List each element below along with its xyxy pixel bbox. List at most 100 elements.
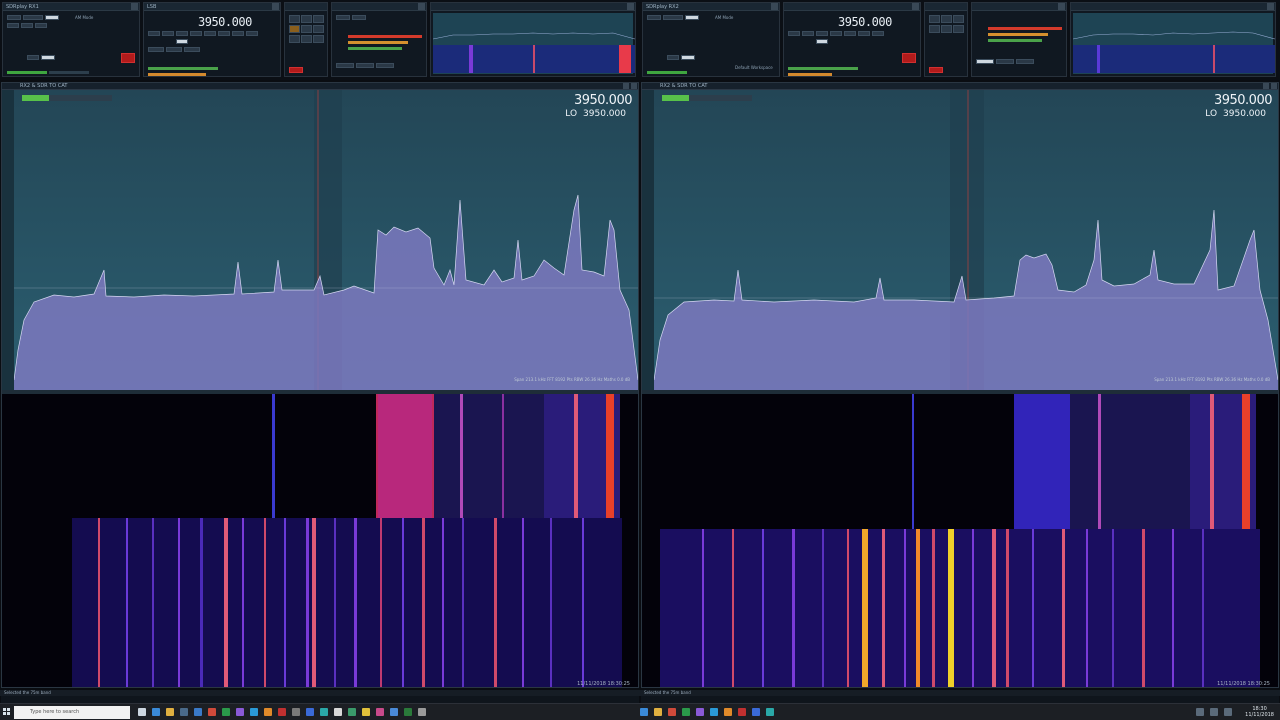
vfo-frequency[interactable]: 3950.000 <box>198 15 252 29</box>
close-icon[interactable] <box>627 3 634 10</box>
audio-button[interactable] <box>1016 59 1034 64</box>
panel-titlebar[interactable]: SDRplay RX2 <box>643 3 779 11</box>
close-icon[interactable] <box>771 3 778 10</box>
audio-button[interactable] <box>336 63 354 68</box>
keypad-button[interactable] <box>289 15 300 23</box>
band-button[interactable] <box>246 31 258 36</box>
file-explorer-icon[interactable] <box>166 708 174 716</box>
lo-frequency[interactable]: 3950.000 <box>583 109 626 119</box>
settings-button[interactable] <box>23 15 43 20</box>
band-button[interactable] <box>232 31 244 36</box>
stop-button[interactable] <box>121 53 135 63</box>
volume-level-bar[interactable] <box>788 73 832 76</box>
audio-button[interactable] <box>376 63 394 68</box>
app-icon[interactable] <box>766 708 774 716</box>
close-icon[interactable] <box>1058 3 1065 10</box>
band-button[interactable] <box>176 31 188 36</box>
app-icon[interactable] <box>376 708 384 716</box>
volume-level-bar[interactable] <box>148 73 206 76</box>
network-icon[interactable] <box>1224 708 1232 716</box>
app-icon[interactable] <box>640 708 648 716</box>
af-button[interactable] <box>667 55 679 60</box>
app-icon[interactable] <box>362 708 370 716</box>
app-icon[interactable] <box>682 708 690 716</box>
center-frequency[interactable]: 3950.000 <box>565 93 633 108</box>
keypad-button[interactable] <box>301 25 312 33</box>
volume-icon[interactable] <box>1210 708 1218 716</box>
source-button[interactable] <box>647 15 661 20</box>
app-icon[interactable] <box>738 708 746 716</box>
panel-titlebar[interactable] <box>925 3 967 11</box>
waterfall-display[interactable]: 11/11/2018 18:30:25 <box>2 394 638 687</box>
waterfall-display[interactable]: 11/11/2018 18:30:25 <box>642 394 1278 687</box>
keypad-button[interactable] <box>941 15 952 23</box>
app-icon[interactable] <box>390 708 398 716</box>
panel-titlebar[interactable] <box>285 3 327 11</box>
left-control-bar[interactable] <box>1 696 639 703</box>
band-button[interactable] <box>788 31 800 36</box>
keypad-button[interactable] <box>313 25 324 33</box>
source-button[interactable] <box>7 15 21 20</box>
keypad-button[interactable] <box>953 25 964 33</box>
app-icon[interactable] <box>696 708 704 716</box>
band-button[interactable] <box>830 31 842 36</box>
center-frequency[interactable]: 3950.000 <box>1205 93 1273 108</box>
af-button[interactable] <box>27 55 39 60</box>
band-button[interactable] <box>802 31 814 36</box>
audio-button[interactable] <box>996 59 1014 64</box>
stop-button[interactable] <box>289 67 303 73</box>
band-button[interactable] <box>872 31 884 36</box>
stop-button[interactable] <box>929 67 943 73</box>
filter-button[interactable] <box>184 47 200 52</box>
close-icon[interactable] <box>1267 3 1274 10</box>
app-icon[interactable] <box>222 708 230 716</box>
am-button[interactable] <box>35 23 47 28</box>
audio-button[interactable] <box>352 15 366 20</box>
app-icon[interactable] <box>320 708 328 716</box>
windows-start-icon[interactable] <box>3 708 11 716</box>
audio-button[interactable] <box>356 63 374 68</box>
audio-button[interactable] <box>976 59 994 64</box>
close-icon[interactable] <box>272 3 279 10</box>
filter-button[interactable] <box>148 47 164 52</box>
keypad-button[interactable] <box>301 15 312 23</box>
audio-button[interactable] <box>336 15 350 20</box>
filter-button[interactable] <box>166 47 182 52</box>
app-icon[interactable] <box>724 708 732 716</box>
panel-titlebar[interactable] <box>1071 3 1275 11</box>
app-icon[interactable] <box>418 708 426 716</box>
band-button[interactable] <box>218 31 230 36</box>
app-icon[interactable] <box>278 708 286 716</box>
app-icon[interactable] <box>250 708 258 716</box>
nr-button[interactable] <box>681 55 695 60</box>
app-icon[interactable] <box>654 708 662 716</box>
band-button[interactable] <box>162 31 174 36</box>
app-icon[interactable] <box>334 708 342 716</box>
close-icon[interactable] <box>1271 83 1277 89</box>
band-button[interactable] <box>844 31 856 36</box>
close-icon[interactable] <box>418 3 425 10</box>
app-icon[interactable] <box>752 708 760 716</box>
mode-button[interactable] <box>45 15 59 20</box>
mail-icon[interactable] <box>194 708 202 716</box>
keypad-button[interactable] <box>289 35 300 43</box>
keypad-button[interactable] <box>313 35 324 43</box>
close-icon[interactable] <box>131 3 138 10</box>
right-control-bar[interactable] <box>641 696 1279 703</box>
keypad-button[interactable] <box>301 35 312 43</box>
app-icon[interactable] <box>668 708 676 716</box>
settings-button[interactable] <box>663 15 683 20</box>
panel-titlebar[interactable] <box>332 3 426 11</box>
keypad-button[interactable] <box>289 25 300 33</box>
stop-button[interactable] <box>902 53 916 63</box>
spectrum-titlebar[interactable]: RX2 & SDR TO CAT <box>642 83 1278 90</box>
panel-titlebar[interactable] <box>431 3 635 11</box>
keypad-button[interactable] <box>313 15 324 23</box>
system-tray-icon[interactable] <box>1196 708 1204 716</box>
nr-button[interactable] <box>41 55 55 60</box>
store-icon[interactable] <box>180 708 188 716</box>
spectrum-titlebar[interactable]: RX2 & SDR TO CAT <box>2 83 638 90</box>
mode-am-button[interactable] <box>816 39 828 44</box>
close-icon[interactable] <box>631 83 637 89</box>
app-icon[interactable] <box>264 708 272 716</box>
